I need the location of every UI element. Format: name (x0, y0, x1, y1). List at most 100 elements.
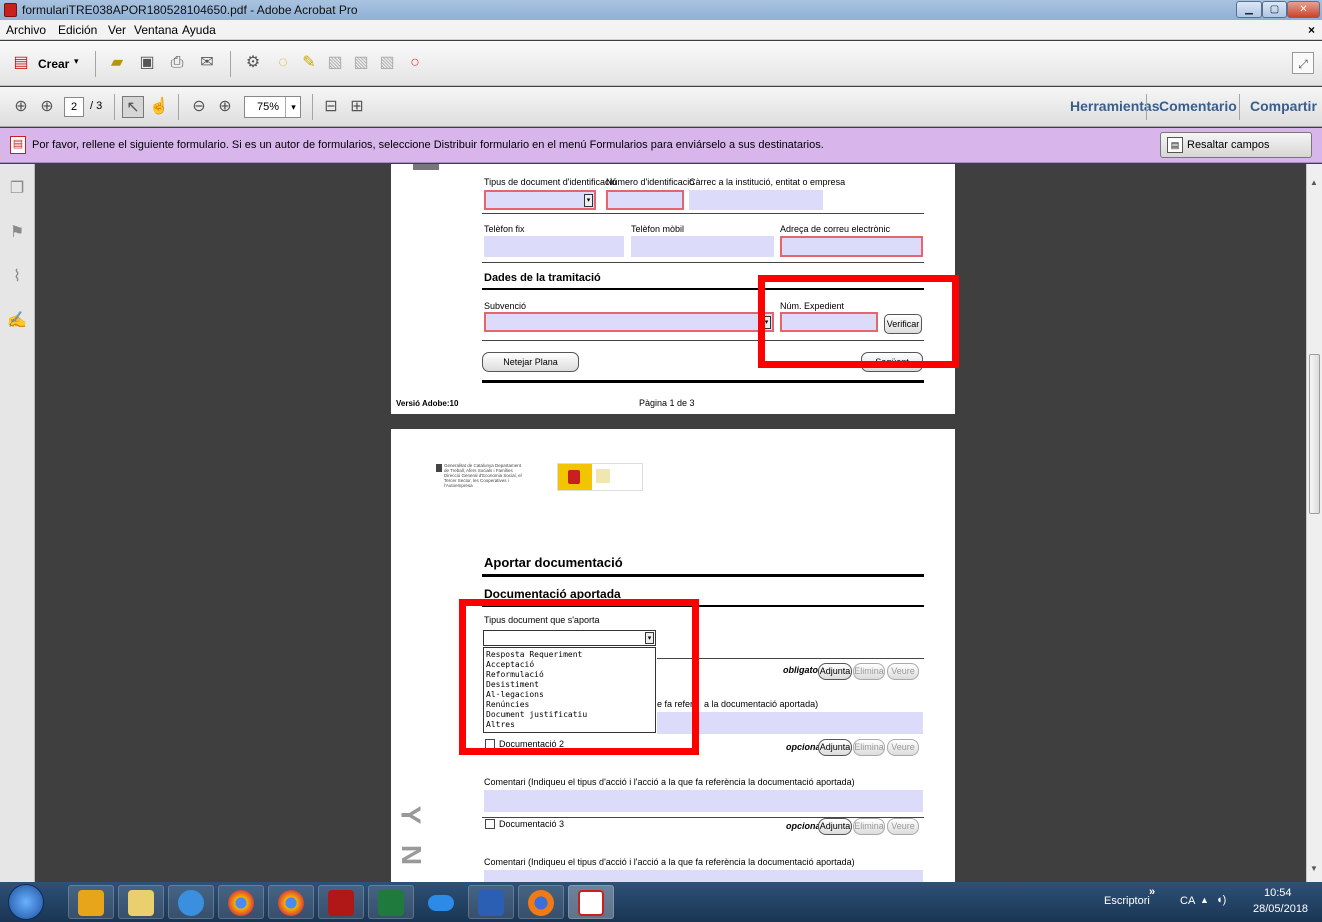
signature-icon[interactable]: ✍ (6, 310, 28, 332)
save-icon[interactable]: ▣ (136, 52, 158, 74)
fit-page-icon[interactable]: ⊟ (320, 96, 342, 118)
minimize-button[interactable]: ▁ (1236, 1, 1262, 18)
chevron-right-icon[interactable]: » (1149, 886, 1155, 898)
delete-button[interactable]: Elimina (853, 663, 885, 680)
chevron-down-icon[interactable]: ▾ (584, 194, 593, 207)
taskbar-chrome-1[interactable] (218, 885, 264, 919)
zoom-in-icon[interactable]: ⊕ (214, 96, 236, 118)
navigation-toolbar: ⊕ ⊕ 2 / 3 ↖ ☝ ⊖ ⊕ 75% ▾ ⊟ ⊞ Herramientas… (0, 87, 1322, 127)
title-bar: formulariTRE038APOR180528104650.pdf - Ad… (0, 0, 1322, 20)
taskbar-word[interactable] (468, 885, 514, 919)
zoom-out-icon[interactable]: ⊖ (188, 96, 210, 118)
taskbar-ie[interactable] (168, 885, 214, 919)
label-id-number: Número d'identificació (606, 177, 695, 187)
expand-icon[interactable]: ⤢ (1292, 52, 1314, 74)
pages-icon[interactable]: ❐ (6, 178, 28, 200)
mobile-field[interactable] (631, 236, 774, 257)
tray-expand-icon[interactable]: ▲ (1200, 895, 1209, 905)
attachment-icon[interactable]: ⌇ (6, 266, 28, 288)
next-page-icon[interactable]: ⊕ (36, 96, 58, 118)
close-button[interactable]: ✕ (1287, 1, 1320, 18)
version-label: Versió Adobe:10 (396, 399, 459, 408)
menu-bar: Archivo Edición Ver Ventana Ayuda × (0, 20, 1322, 40)
select-tool-icon[interactable]: ↖ (122, 96, 144, 118)
cloud-icon (428, 895, 454, 911)
doc3-checkbox[interactable] (485, 819, 495, 829)
print-icon[interactable]: ⎙ (166, 52, 188, 74)
taskbar-firefox[interactable] (518, 885, 564, 919)
tab-comentario[interactable]: Comentario (1159, 98, 1237, 114)
id-number-field[interactable] (606, 190, 684, 210)
scroll-down-icon[interactable]: ▼ (1310, 864, 1318, 873)
record-icon[interactable]: ○ (404, 52, 426, 74)
close-document-icon[interactable]: × (1308, 23, 1315, 37)
doc-type-select[interactable]: ▾ (484, 190, 596, 210)
zoom-select[interactable]: 75% ▾ (244, 96, 301, 118)
highlight-fields-button[interactable]: ▤ Resaltar campos existentes (1160, 132, 1312, 175)
prev-page-icon[interactable]: ⊕ (10, 96, 32, 118)
separator (95, 51, 96, 77)
comment-icon[interactable]: ◌ (272, 52, 294, 74)
comment-label-2: Comentari (Indiqueu el tipus d'acció i l… (484, 777, 855, 787)
menu-ver[interactable]: Ver (108, 23, 126, 37)
maximize-button[interactable]: ▢ (1262, 1, 1287, 18)
taskbar-onedrive[interactable] (418, 885, 464, 919)
desktop-label[interactable]: Escriptori (1104, 895, 1150, 907)
clear-page-button[interactable]: Netejar Plana (482, 352, 579, 372)
document-icon[interactable]: ▧ (376, 52, 398, 74)
spain-coat-of-arms-icon (558, 464, 592, 490)
menu-edicion[interactable]: Edición (58, 23, 97, 37)
comment-field-2[interactable] (484, 790, 923, 812)
position-field[interactable] (689, 190, 823, 210)
taskbar-explorer[interactable] (118, 885, 164, 919)
view-button[interactable]: Veure (887, 663, 919, 680)
ministry-text-icon (596, 469, 610, 483)
email-field[interactable] (780, 236, 923, 257)
create-button[interactable]: Crear (38, 57, 69, 71)
delete-button[interactable]: Elimina (853, 739, 885, 756)
phone-field[interactable] (484, 236, 624, 257)
menu-archivo[interactable]: Archivo (6, 23, 46, 37)
sign-icon[interactable]: ▧ (324, 52, 346, 74)
label-phone: Telèfon fix (484, 224, 525, 234)
scroll-up-icon[interactable]: ▲ (1310, 178, 1318, 187)
taskbar-outlook[interactable] (68, 885, 114, 919)
comment-field-3[interactable] (484, 870, 923, 882)
view-button[interactable]: Veure (887, 739, 919, 756)
delete-button[interactable]: Elimina (853, 818, 885, 835)
clock-time[interactable]: 10:54 (1264, 887, 1292, 899)
settings-icon[interactable]: ⚙ (242, 52, 264, 74)
windows-taskbar: Escriptori » CA ▲ ◖) 10:54 28/05/2018 (0, 882, 1322, 922)
bookmark-icon[interactable]: ⚑ (6, 222, 28, 244)
taskbar-chrome-2[interactable] (268, 885, 314, 919)
clock-date[interactable]: 28/05/2018 (1253, 903, 1308, 915)
menu-ayuda[interactable]: Ayuda (182, 23, 216, 37)
attach-button[interactable]: Adjunta (818, 663, 852, 680)
create-icon[interactable]: ▤ (10, 52, 32, 74)
taskbar-pdf-editor[interactable] (318, 885, 364, 919)
attach-button[interactable]: Adjunta (818, 818, 852, 835)
stamp-icon[interactable]: ▧ (350, 52, 372, 74)
page-number-input[interactable]: 2 (64, 97, 84, 117)
subsidy-select[interactable]: ▾ (484, 312, 774, 332)
hand-tool-icon[interactable]: ☝ (148, 96, 170, 118)
taskbar-excel[interactable] (368, 885, 414, 919)
highlight-icon[interactable]: ✎ (298, 52, 320, 74)
view-button[interactable]: Veure (887, 818, 919, 835)
start-button[interactable] (8, 884, 44, 920)
chevron-down-icon[interactable]: ▾ (74, 56, 79, 67)
section-title: Aportar documentació (484, 555, 623, 570)
tab-compartir[interactable]: Compartir (1250, 98, 1317, 114)
language-indicator[interactable]: CA (1180, 895, 1195, 907)
email-icon[interactable]: ✉ (196, 52, 218, 74)
open-folder-icon[interactable]: ▰ (106, 52, 128, 74)
attach-button[interactable]: Adjunta (818, 739, 852, 756)
volume-icon[interactable]: ◖) (1216, 894, 1226, 906)
document-view[interactable]: Tipus de document d'identificació Número… (36, 164, 1306, 882)
chevron-down-icon[interactable]: ▾ (285, 97, 301, 117)
vertical-scrollbar[interactable]: ▲ ▼ (1306, 164, 1322, 882)
menu-ventana[interactable]: Ventana (134, 23, 178, 37)
scrollbar-thumb[interactable] (1309, 354, 1320, 514)
taskbar-acrobat[interactable] (568, 885, 614, 919)
fit-width-icon[interactable]: ⊞ (346, 96, 368, 118)
